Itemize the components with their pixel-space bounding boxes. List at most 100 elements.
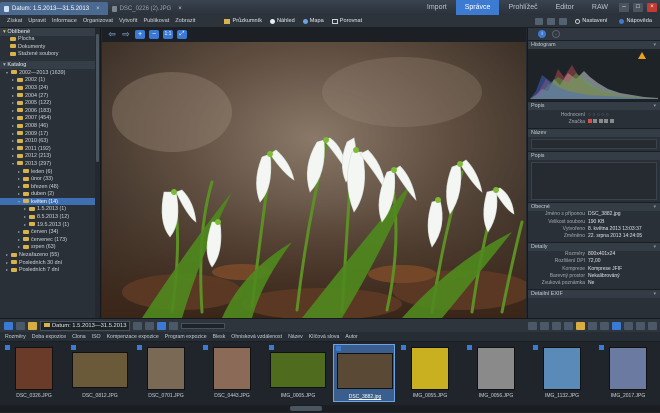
batch-icon[interactable]: [576, 321, 585, 330]
tree-item[interactable]: ▸ 2006 (183): [0, 107, 100, 115]
sort-option[interactable]: Clona: [69, 334, 89, 340]
thumbnail[interactable]: DSC_3882.jpg: [333, 344, 395, 402]
tree-item[interactable]: ▸ únor (33): [0, 175, 100, 183]
thumbnail[interactable]: IMG_0056.JPG: [465, 344, 527, 402]
tree-item[interactable]: ▸ 2010 (63): [0, 137, 100, 145]
tree-item-desktop[interactable]: Plocha: [0, 36, 100, 44]
maximize-button[interactable]: □: [633, 3, 643, 12]
mode-tab-manager[interactable]: Správce: [455, 0, 500, 15]
menu-acquire[interactable]: Získat: [4, 18, 25, 24]
tree-item[interactable]: ▾ květen (14): [0, 197, 100, 206]
mode-tab-viewer[interactable]: Prohlížeč: [499, 0, 546, 15]
sort-option[interactable]: Autor: [342, 334, 360, 340]
caption-input[interactable]: [531, 162, 657, 201]
zoom-out-icon[interactable]: −: [149, 30, 159, 39]
sort-icon[interactable]: [145, 321, 155, 330]
menu-publish[interactable]: Publikovat: [140, 18, 172, 24]
tree-item[interactable]: ▸ srpen (63): [0, 243, 100, 251]
histogram-section-header[interactable]: Histogram ▾: [528, 40, 660, 49]
menu-info[interactable]: Informace: [49, 18, 80, 24]
tree-item[interactable]: ▸ červen (34): [0, 228, 100, 236]
sort-option[interactable]: Doba expozice: [29, 334, 69, 340]
previous-arrow-icon[interactable]: ⇦: [107, 30, 117, 39]
thumbnail[interactable]: IMG_1132.JPG: [531, 344, 593, 402]
rename-icon[interactable]: [588, 321, 597, 330]
mode-tab-raw[interactable]: RAW: [583, 0, 617, 15]
info-icon[interactable]: i: [538, 30, 546, 38]
document-tab-active[interactable]: Datum: 1.5.2013—31.5.2013 ×: [0, 2, 108, 15]
tree-item[interactable]: ▾ 2013 (297): [0, 160, 100, 168]
sort-option[interactable]: ISO: [89, 334, 104, 340]
thumbnail[interactable]: IMG_0055.JPG: [399, 344, 461, 402]
help-button[interactable]: Nápověda: [615, 18, 656, 24]
sort-option[interactable]: Ohnisková vzdálenost: [228, 334, 285, 340]
monitor-icon[interactable]: [535, 17, 544, 25]
forward-arrow-icon[interactable]: [16, 321, 25, 330]
close-tab-icon[interactable]: ×: [178, 6, 182, 12]
actual-size-icon[interactable]: 1:1: [163, 30, 173, 39]
path-field[interactable]: Datum: 1.5.2013—31.5.2013: [40, 320, 131, 331]
tree-item[interactable]: ▸ 2002 (1): [0, 76, 100, 84]
location-icon[interactable]: ◦: [552, 30, 560, 38]
close-tab-icon[interactable]: ×: [96, 6, 100, 12]
tree-item[interactable]: ▸ leden (6): [0, 168, 100, 176]
menu-edit[interactable]: Upravit: [25, 18, 49, 24]
tree-item[interactable]: ▸ březen (48): [0, 183, 100, 191]
thumbnail[interactable]: DSC_0701.JPG: [135, 344, 197, 402]
fit-screen-icon[interactable]: ⤢: [177, 30, 187, 39]
description-section-header[interactable]: Popis ▾: [528, 101, 660, 110]
convert-icon[interactable]: [600, 321, 609, 330]
rotate-right-icon[interactable]: [540, 321, 549, 330]
thumbnail-view-icon[interactable]: [169, 321, 179, 330]
view-explorer-button[interactable]: Průzkumník: [220, 18, 266, 24]
tree-item[interactable]: ▸ duben (2): [0, 190, 100, 198]
mode-tab-editor[interactable]: Editor: [547, 0, 583, 15]
sort-option[interactable]: Klíčová slova: [306, 334, 343, 340]
view-preview-button[interactable]: Náhled: [266, 18, 299, 24]
settings-icon[interactable]: [648, 321, 657, 330]
favorites-header[interactable]: ▾ Oblíbené: [0, 28, 100, 36]
tree-scrollbar[interactable]: [95, 28, 100, 318]
menu-organize[interactable]: Organizovat: [80, 18, 116, 24]
filmstrip-scrollbar-thumb[interactable]: [290, 406, 322, 411]
thumbnail[interactable]: IMG_2017.JPG: [597, 344, 659, 402]
slideshow-icon[interactable]: [612, 321, 621, 330]
thumbnail[interactable]: IMG_0005.JPG: [267, 344, 329, 402]
tree-item[interactable]: ▸ 2008 (46): [0, 122, 100, 130]
tree-item[interactable]: ▸ 1.5.2013 (1): [0, 205, 100, 213]
sort-option[interactable]: Blesk: [210, 334, 229, 340]
tree-scrollbar-thumb[interactable]: [96, 34, 99, 162]
back-arrow-icon[interactable]: [4, 321, 13, 330]
panels-icon[interactable]: [559, 17, 568, 25]
thumbnail-size-slider[interactable]: [181, 322, 226, 329]
mode-tab-import[interactable]: Import: [418, 0, 456, 15]
sort-option[interactable]: Rozměry: [2, 334, 29, 340]
tree-item[interactable]: ▸ červenec (173): [0, 236, 100, 244]
filmstrip-scrollbar[interactable]: [0, 405, 660, 412]
tree-item[interactable]: ▸ 2009 (17): [0, 130, 100, 138]
parent-folder-icon[interactable]: [28, 321, 37, 330]
color-tags[interactable]: [588, 119, 614, 126]
exif-section-header[interactable]: Detailní EXIF ▾: [528, 289, 660, 299]
rating-stars[interactable]: ○ ○ ○ ○ ○: [588, 112, 609, 119]
tree-item[interactable]: ▸ 19.5.2013 (1): [0, 221, 100, 229]
rotate-left-icon[interactable]: [528, 321, 537, 330]
next-arrow-icon[interactable]: ⇨: [121, 30, 131, 39]
delete-icon[interactable]: [624, 321, 633, 330]
close-button[interactable]: ×: [647, 3, 657, 12]
layout-icon[interactable]: [547, 17, 556, 25]
tree-item[interactable]: ▾ 2002—2013 (1639): [0, 69, 100, 77]
thumbnail[interactable]: DSC_0443.JPG: [201, 344, 263, 402]
sort-option[interactable]: Program expozice: [162, 334, 210, 340]
tree-item[interactable]: ▸ Posledních 7 dní: [0, 266, 100, 274]
sort-option[interactable]: Kompenzace expozice: [104, 334, 162, 340]
document-tab[interactable]: DSC_0226 (2).JPG ×: [108, 2, 190, 15]
general-section-header[interactable]: Obecné ▾: [528, 202, 660, 212]
catalog-header[interactable]: ▾ Katalog: [0, 60, 100, 69]
filter-icon[interactable]: [133, 321, 143, 330]
menu-create[interactable]: Vytvořit: [116, 18, 140, 24]
sort-option[interactable]: Název: [285, 334, 306, 340]
email-icon[interactable]: [564, 321, 573, 330]
title-input[interactable]: [531, 139, 657, 150]
edit-icon[interactable]: [636, 321, 645, 330]
